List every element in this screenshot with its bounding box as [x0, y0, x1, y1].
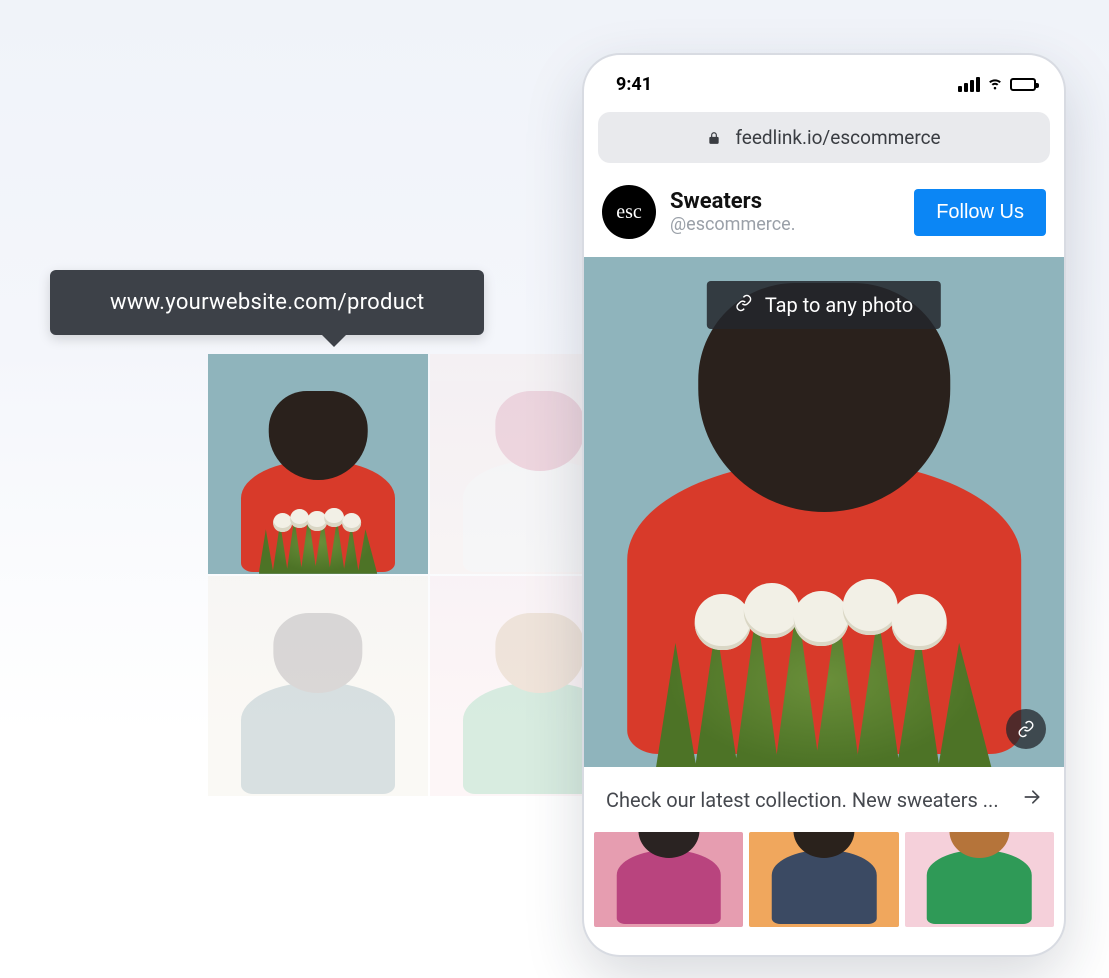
address-bar-url: feedlink.io/escommerce: [735, 126, 940, 149]
bottom-thumb-2[interactable]: [749, 832, 898, 927]
tooltip-url-text: www.yourwebsite.com/product: [110, 290, 424, 315]
link-icon: [735, 293, 753, 317]
avatar-text: esc: [616, 201, 642, 224]
profile-handle: @escommerce.: [670, 214, 900, 235]
lock-icon: [707, 130, 721, 146]
status-indicators: [958, 73, 1036, 96]
profile-name: Sweaters: [670, 189, 900, 214]
signal-icon: [958, 77, 980, 92]
tap-hint-pill: Tap to any photo: [707, 281, 941, 329]
battery-icon: [1010, 78, 1036, 91]
phone-mockup: 9:41 feedlink.io/escommerce esc Sweaters…: [584, 55, 1064, 955]
grid-thumb-3[interactable]: [208, 576, 428, 796]
browser-address-bar[interactable]: feedlink.io/escommerce: [598, 112, 1050, 163]
caption-text: Check our latest collection. New sweater…: [606, 788, 999, 812]
status-bar: 9:41: [584, 55, 1064, 104]
status-time: 9:41: [616, 74, 652, 95]
follow-button[interactable]: Follow Us: [914, 189, 1046, 236]
bottom-thumbnail-row: [584, 832, 1064, 937]
grid-thumb-1[interactable]: [208, 354, 428, 574]
caption-row[interactable]: Check our latest collection. New sweater…: [584, 767, 1064, 832]
tap-hint-label: Tap to any photo: [765, 293, 913, 317]
hero-photo[interactable]: Tap to any photo: [584, 257, 1064, 767]
bottom-thumb-1[interactable]: [594, 832, 743, 927]
photo-link-chip[interactable]: [1006, 709, 1046, 749]
profile-text: Sweaters @escommerce.: [670, 189, 900, 235]
arrow-right-icon: [1022, 787, 1042, 812]
product-url-tooltip: www.yourwebsite.com/product: [50, 270, 484, 335]
profile-header: esc Sweaters @escommerce. Follow Us: [584, 163, 1064, 257]
wifi-icon: [986, 73, 1004, 96]
bottom-thumb-3[interactable]: [905, 832, 1054, 927]
avatar[interactable]: esc: [602, 185, 656, 239]
